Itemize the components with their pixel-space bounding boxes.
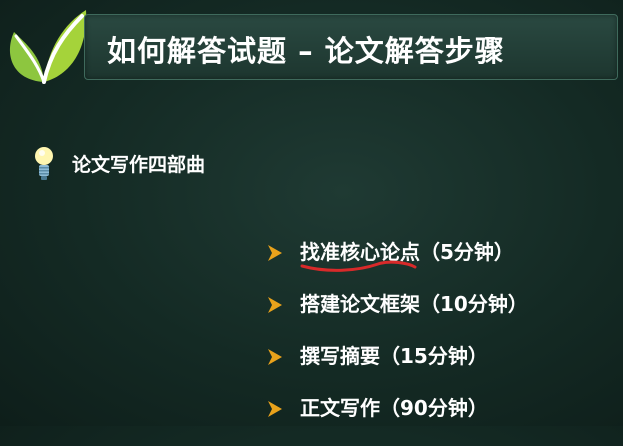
arrow-right-icon	[268, 349, 282, 365]
section-title: 论文写作四部曲	[72, 154, 206, 176]
title-banner: 如何解答试题 – 论文解答步骤	[84, 14, 618, 80]
list-item: 找准核心论点（5分钟）	[266, 238, 528, 290]
lightbulb-icon	[35, 147, 53, 180]
annotation-underline	[300, 260, 417, 272]
page-title: 如何解答试题 – 论文解答步骤	[107, 34, 505, 68]
arrow-right-icon	[268, 401, 282, 417]
leaf-logo-icon	[9, 10, 87, 84]
arrow-right-icon	[268, 297, 282, 313]
step-text: 正文写作（90分钟）	[300, 396, 488, 420]
step-list: 找准核心论点（5分钟） 搭建论文框架（10分钟） 撰写摘要（15分钟） 正文写作…	[266, 238, 528, 446]
step-text: 搭建论文框架（10分钟）	[300, 292, 528, 316]
list-item: 正文写作（90分钟）	[266, 394, 528, 446]
step-text: 撰写摘要（15分钟）	[300, 344, 488, 368]
list-item: 撰写摘要（15分钟）	[266, 342, 528, 394]
arrow-right-icon	[268, 245, 282, 261]
list-item: 搭建论文框架（10分钟）	[266, 290, 528, 342]
